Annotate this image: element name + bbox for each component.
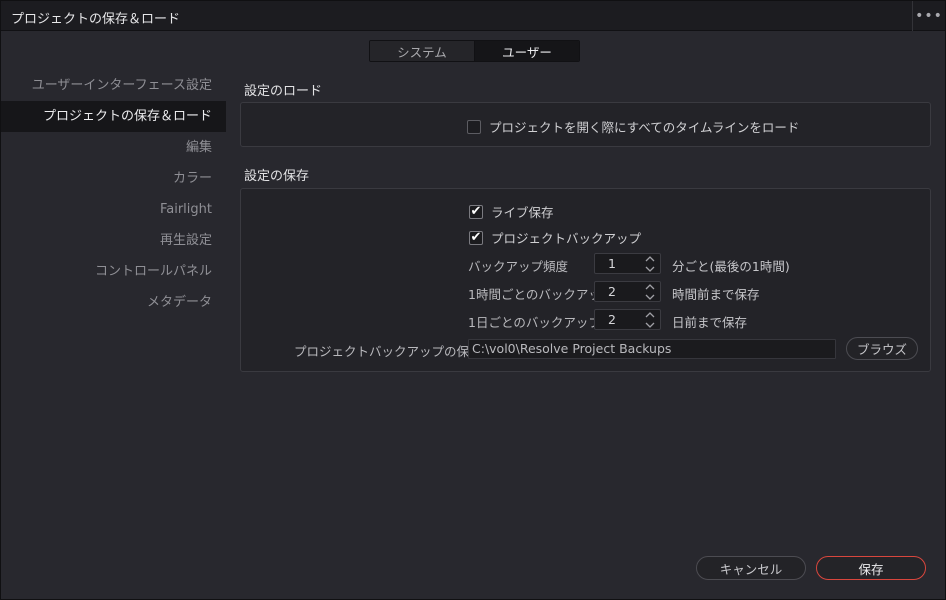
hourly-backups-unit: 時間前まで保存 (672, 287, 760, 302)
title-bar: プロジェクトの保存＆ロード ••• (1, 1, 945, 31)
sidebar-item-fairlight[interactable]: Fairlight (1, 194, 226, 225)
backup-frequency-stepper[interactable]: 1 (594, 253, 661, 274)
sidebar-item-control-panels[interactable]: コントロールパネル (1, 256, 226, 287)
load-all-timelines-checkbox[interactable] (467, 119, 481, 134)
sidebar-item-playback[interactable]: 再生設定 (1, 225, 226, 256)
hourly-backups-value: 2 (608, 284, 616, 299)
sidebar-item-ui-settings[interactable]: ユーザーインターフェース設定 (1, 70, 226, 101)
backup-location-field[interactable]: C:\vol0\Resolve Project Backups (468, 339, 836, 359)
save-settings-title: 設定の保存 (244, 169, 310, 184)
hourly-backups-label: 1時間ごとのバックアップ (468, 287, 614, 302)
sidebar-item-color[interactable]: カラー (1, 163, 226, 194)
daily-backups-label: 1日ごとのバックアップ (468, 315, 601, 330)
browse-button[interactable]: ブラウズ (846, 337, 918, 360)
backup-frequency-unit: 分ごと(最後の1時間) (672, 259, 790, 274)
load-settings-title: 設定のロード (244, 84, 323, 99)
preferences-window: プロジェクトの保存＆ロード ••• システム ユーザー ユーザーインターフェース… (0, 0, 946, 600)
chevron-down-icon[interactable] (644, 321, 656, 329)
live-save-checkbox[interactable]: ✔ (469, 204, 483, 219)
daily-backups-stepper[interactable]: 2 (594, 309, 661, 330)
sidebar-item-edit[interactable]: 編集 (1, 132, 226, 163)
load-all-timelines-row[interactable]: プロジェクトを開く際にすべてのタイムラインをロード (467, 117, 799, 136)
sidebar-item-metadata[interactable]: メタデータ (1, 287, 226, 318)
backup-frequency-value: 1 (608, 256, 616, 271)
project-backups-label: プロジェクトバックアップ (491, 231, 642, 246)
cancel-button[interactable]: キャンセル (696, 556, 806, 580)
sidebar-item-project-save-load[interactable]: プロジェクトの保存＆ロード (1, 101, 226, 132)
chevron-down-icon[interactable] (644, 293, 656, 301)
live-save-row[interactable]: ✔ ライブ保存 (469, 202, 554, 221)
project-backups-checkbox[interactable]: ✔ (469, 230, 483, 245)
hourly-backups-stepper[interactable]: 2 (594, 281, 661, 302)
live-save-label: ライブ保存 (491, 205, 554, 220)
save-button[interactable]: 保存 (816, 556, 926, 580)
daily-backups-value: 2 (608, 312, 616, 327)
backup-location-label: プロジェクトバックアップの保存先 (294, 344, 495, 359)
daily-backups-unit: 日前まで保存 (672, 315, 748, 330)
tab-system[interactable]: システム (370, 41, 474, 61)
preferences-tabs: システム ユーザー (369, 40, 580, 62)
chevron-up-icon[interactable] (644, 255, 656, 263)
more-options-button[interactable]: ••• (912, 1, 945, 31)
window-title: プロジェクトの保存＆ロード (11, 12, 181, 27)
backup-frequency-label: バックアップ頻度 (468, 259, 569, 274)
tab-user[interactable]: ユーザー (474, 41, 579, 61)
sidebar: ユーザーインターフェース設定 プロジェクトの保存＆ロード 編集 カラー Fair… (1, 70, 226, 318)
chevron-down-icon[interactable] (644, 265, 656, 273)
chevron-up-icon[interactable] (644, 283, 656, 291)
load-all-timelines-label: プロジェクトを開く際にすべてのタイムラインをロード (489, 120, 800, 135)
chevron-up-icon[interactable] (644, 311, 656, 319)
project-backups-row[interactable]: ✔ プロジェクトバックアップ (469, 228, 641, 247)
